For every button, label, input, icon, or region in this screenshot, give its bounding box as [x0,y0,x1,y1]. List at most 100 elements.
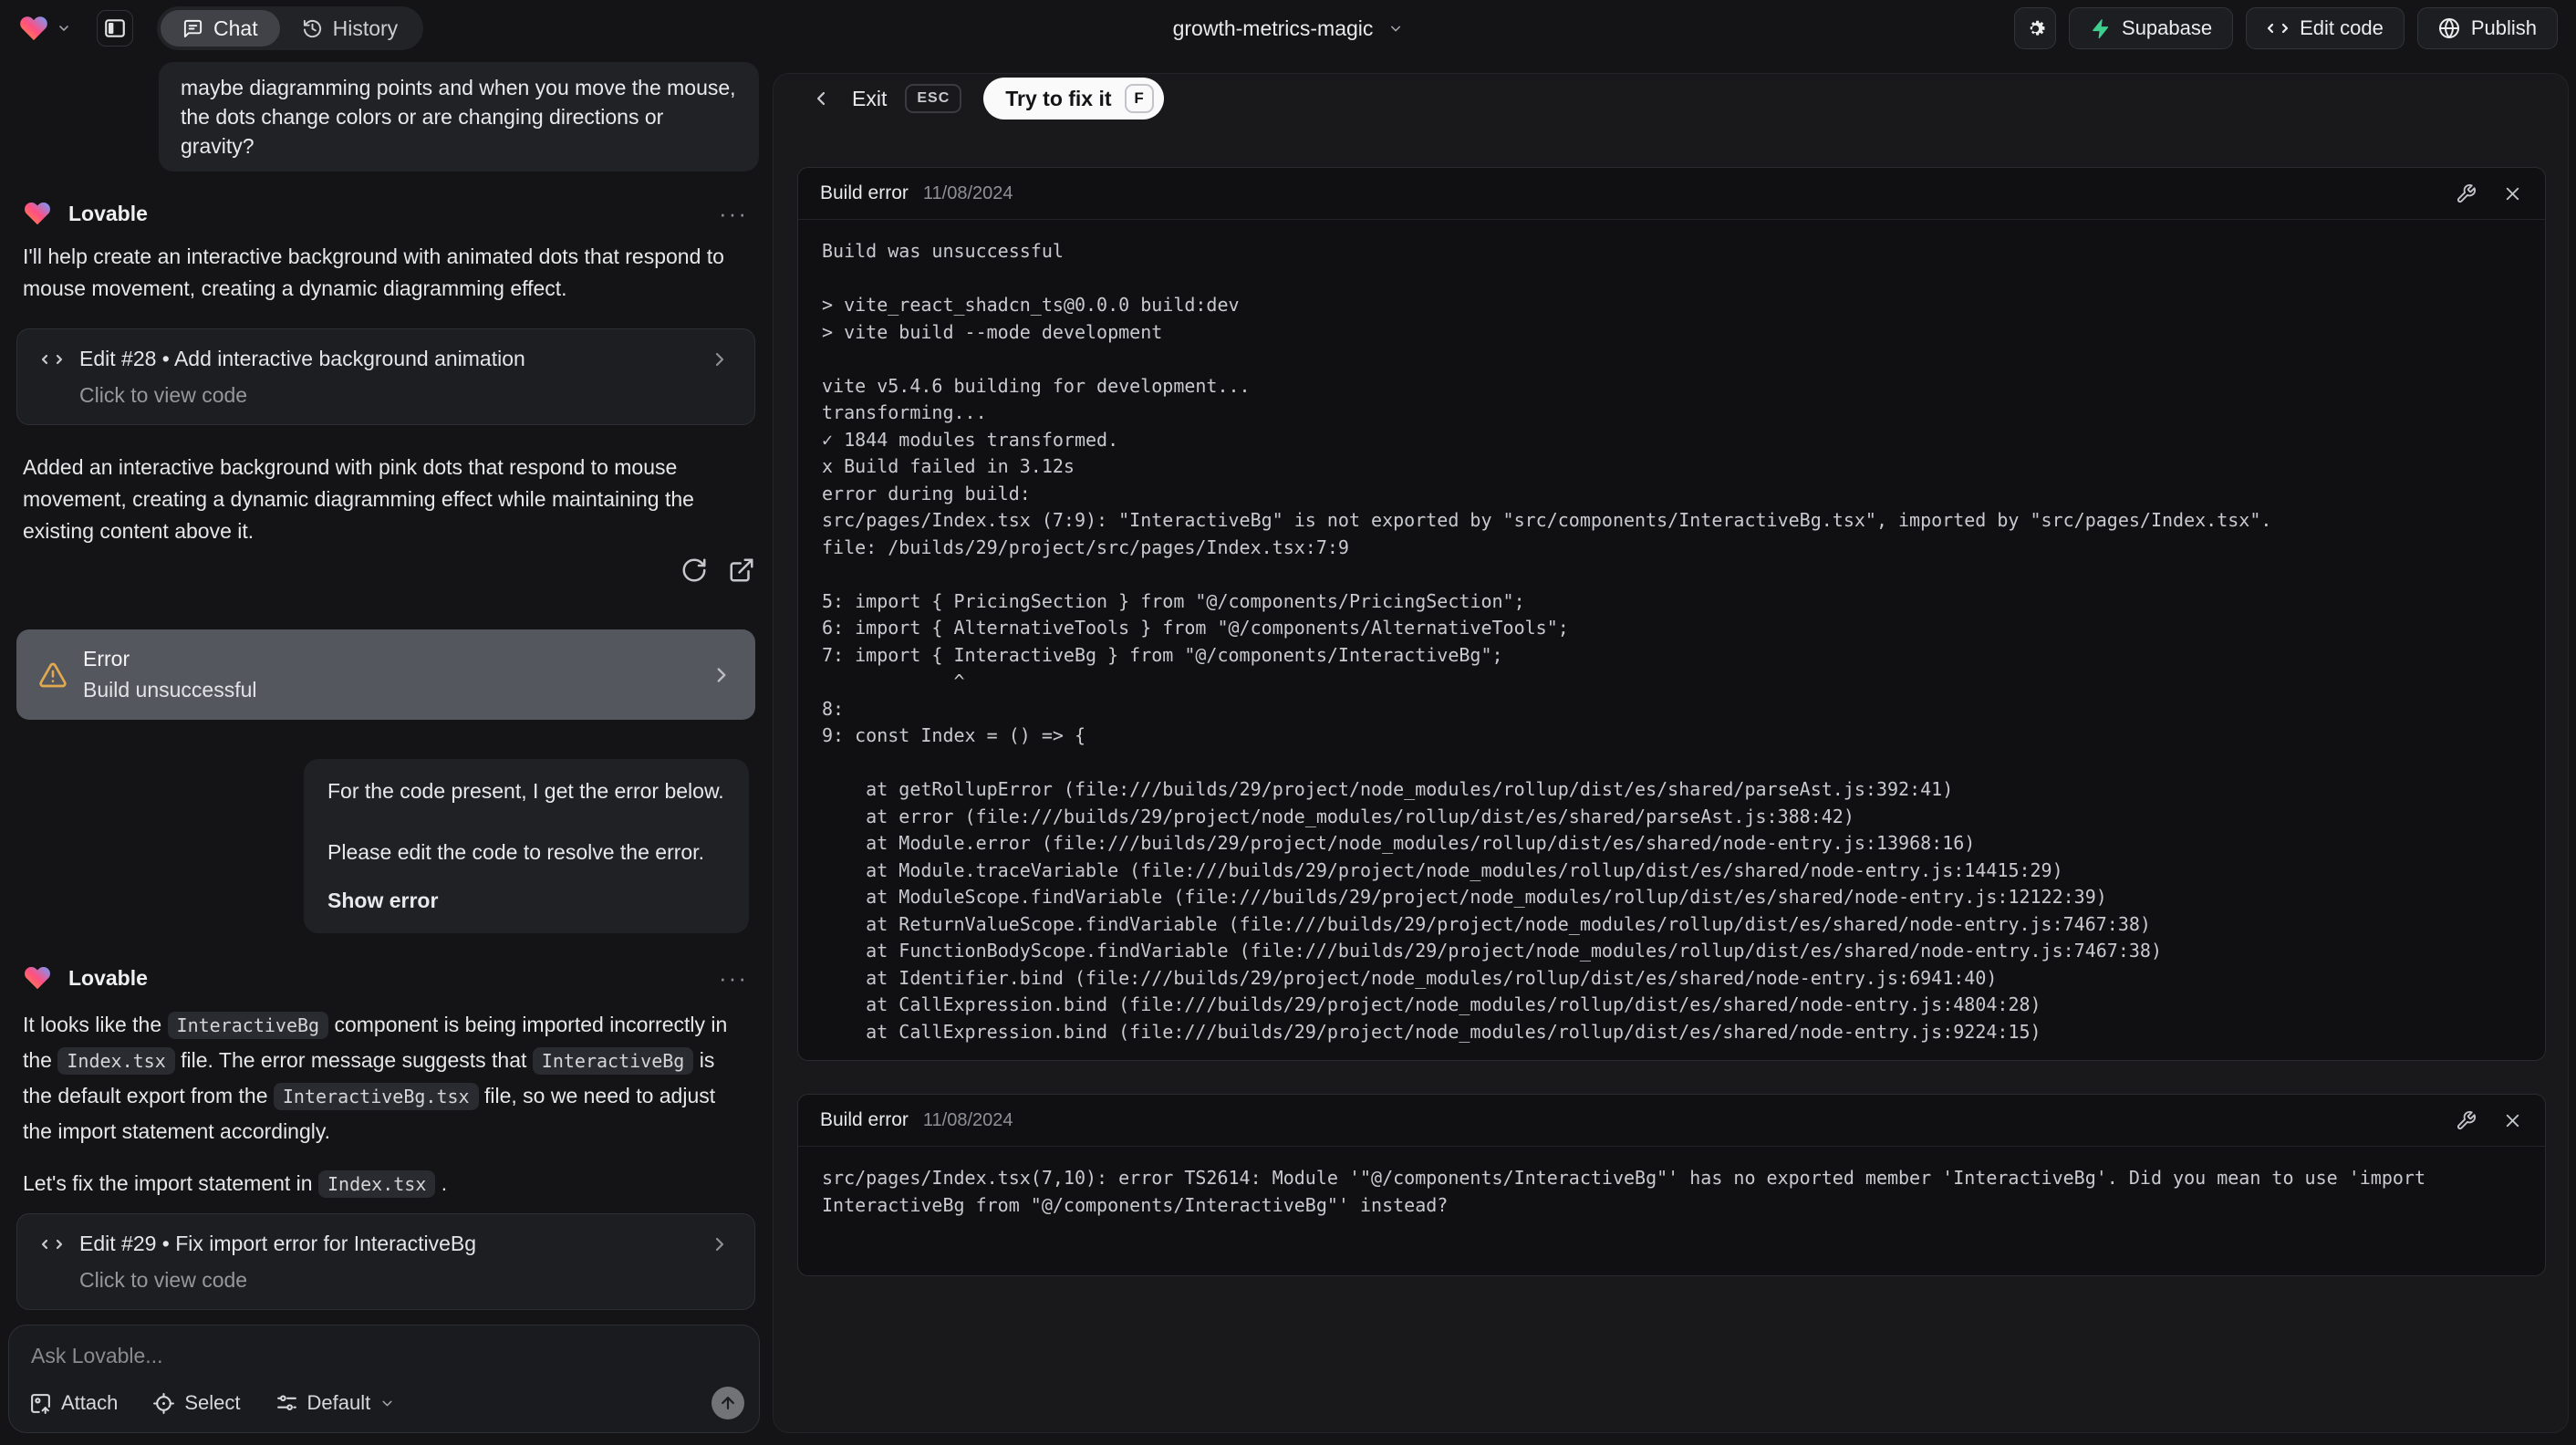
user-message-line: Please edit the code to resolve the erro… [327,840,704,864]
chat-bubble-icon [182,18,203,39]
project-name: growth-metrics-magic [1172,16,1374,40]
build-error-date: 11/08/2024 [922,182,1013,203]
inline-code-chip: Index.tsx [57,1047,175,1075]
code-brackets-icon [41,348,63,370]
chat-input[interactable] [31,1344,737,1380]
chevron-down-icon [379,1396,395,1411]
show-error-link[interactable]: Show error [327,887,725,915]
publish-button[interactable]: Publish [2416,7,2558,49]
chat-history-tabs: Chat History [157,6,424,50]
error-card-title: Error [83,647,130,671]
publish-label: Publish [2470,16,2537,39]
select-element-button[interactable]: Select [152,1391,241,1415]
message-menu-button[interactable]: ··· [719,964,748,993]
send-button[interactable] [712,1387,744,1419]
try-to-fix-label: Try to fix it [1005,86,1112,110]
assistant-text-rich: Let's fix the import statement in Index.… [23,1168,748,1201]
esc-key-badge: ESC [905,84,962,113]
build-error-log: Build was unsuccessful > vite_react_shad… [822,240,2272,1043]
exit-button[interactable]: Exit [852,87,887,111]
edit-card-subtitle: Click to view code [79,383,248,407]
error-card-subtitle: Build unsuccessful [83,678,257,702]
supabase-label: Supabase [2122,16,2213,39]
f-key-badge: F [1124,84,1154,113]
supabase-bolt-icon [2090,18,2111,39]
inline-code-chip: Index.tsx [317,1170,436,1198]
globe-icon [2438,17,2460,39]
close-icon[interactable] [2502,1110,2523,1131]
inline-code-chip: InteractiveBg [167,1012,329,1039]
message-menu-button[interactable]: ··· [719,200,748,228]
build-error-log: src/pages/Index.tsx(7,10): error TS2614:… [822,1167,2437,1216]
build-error-summary-card[interactable]: Error Build unsuccessful [16,629,755,720]
chevron-right-icon [709,1233,731,1255]
edit-card-title: Edit #28 • Add interactive background an… [79,347,525,370]
tab-history[interactable]: History [280,10,421,47]
supabase-button[interactable]: Supabase [2069,7,2234,49]
fix-panel-header: Exit ESC Try to fix it F [810,77,1164,120]
message-actions [16,556,755,584]
edit-code-label: Edit code [2300,16,2384,39]
build-error-title: Build error [820,182,909,203]
lovable-heart-icon [23,199,52,228]
assistant-text: Added an interactive background with pin… [23,455,694,543]
user-message: For the code present, I get the error be… [304,759,749,933]
chevron-down-icon [1387,21,1403,36]
restore-icon[interactable] [680,556,708,584]
mode-selector[interactable]: Default [275,1391,396,1415]
project-switcher[interactable]: growth-metrics-magic [1173,0,1404,57]
chevron-left-icon[interactable] [810,88,832,109]
attach-button[interactable]: Attach [29,1391,118,1415]
assistant-name: Lovable [68,201,148,225]
build-error-panel: Exit ESC Try to fix it F Build error 11/… [773,73,2569,1433]
code-brackets-icon [2267,17,2289,39]
chat-composer: Attach Select Default [8,1325,760,1433]
tab-chat-label: Chat [213,16,258,40]
target-icon [152,1392,175,1415]
attach-image-icon [29,1392,52,1415]
chevron-down-icon [57,21,71,36]
sliders-icon [275,1392,298,1415]
assistant-text-rich: It looks like the InteractiveBg componen… [23,1012,728,1143]
open-external-icon[interactable] [728,556,755,584]
build-error-date: 11/08/2024 [922,1109,1013,1130]
assistant-message-header: Lovable ··· [23,963,748,993]
panel-left-icon [103,16,127,40]
lovable-logo-menu[interactable] [18,13,71,44]
code-brackets-icon [41,1233,63,1255]
build-error-title: Build error [820,1109,909,1130]
gear-icon [2024,17,2047,40]
mode-label: Default [306,1391,371,1414]
edit-card-subtitle: Click to view code [79,1268,248,1292]
tab-chat[interactable]: Chat [161,10,280,47]
chevron-right-icon [710,663,733,687]
user-message: maybe diagramming points and when you mo… [159,62,759,172]
build-error-log-container[interactable]: Build was unsuccessful > vite_react_shad… [798,220,2545,1060]
edit-card-29[interactable]: Edit #29 • Fix import error for Interact… [16,1213,755,1310]
chat-scroll-area[interactable]: maybe diagramming points and when you mo… [0,57,773,1325]
sidebar-toggle-button[interactable] [97,10,133,47]
build-error-card: Build error 11/08/2024 Build was unsucce… [797,167,2546,1061]
lovable-heart-icon [23,963,52,993]
select-label: Select [184,1391,241,1414]
tab-history-label: History [332,16,399,40]
edit-card-title: Edit #29 • Fix import error for Interact… [79,1232,476,1255]
try-to-fix-button[interactable]: Try to fix it F [983,78,1164,120]
assistant-name: Lovable [68,965,148,990]
arrow-up-icon [719,1394,737,1412]
inline-code-chip: InteractiveBg.tsx [273,1083,479,1110]
attach-label: Attach [61,1391,119,1414]
wrench-icon[interactable] [2456,1110,2477,1131]
topbar-actions: Supabase Edit code Publish [2014,7,2558,49]
build-error-log-container[interactable]: src/pages/Index.tsx(7,10): error TS2614:… [798,1147,2545,1237]
close-icon[interactable] [2502,183,2523,204]
edit-card-28[interactable]: Edit #28 • Add interactive background an… [16,328,755,425]
top-bar: Chat History growth-metrics-magic Supaba… [0,0,2576,57]
wrench-icon[interactable] [2456,183,2477,204]
edit-code-button[interactable]: Edit code [2246,7,2405,49]
lovable-heart-icon [18,13,49,44]
history-clock-icon [302,18,323,39]
warning-triangle-icon [38,660,68,690]
settings-button[interactable] [2014,7,2057,49]
chat-panel: maybe diagramming points and when you mo… [0,57,773,1445]
